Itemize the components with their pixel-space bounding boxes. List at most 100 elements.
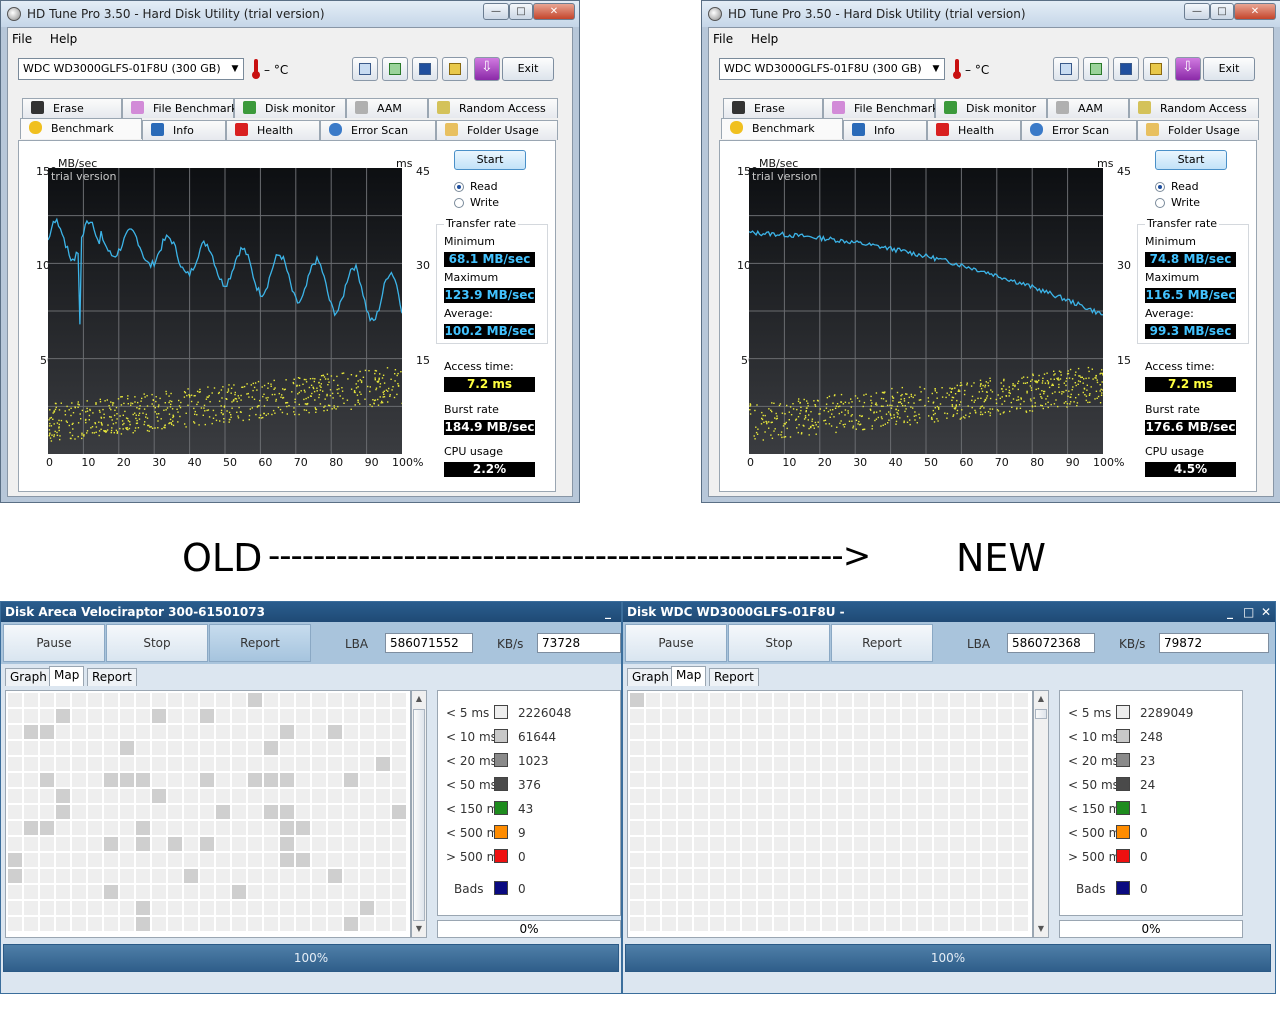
scroll-up-icon[interactable]: ▲ [1034, 691, 1048, 707]
scroll-up-icon[interactable]: ▲ [412, 691, 426, 707]
menu-help[interactable]: Help [751, 32, 778, 46]
tab-benchmark[interactable]: Benchmark [721, 118, 843, 139]
tab-file-benchmark[interactable]: File Benchmark [122, 98, 238, 118]
copy-all-button[interactable] [382, 57, 408, 81]
map-scrollbar[interactable]: ▲ ▼ [411, 690, 427, 938]
access-time-point [48, 425, 51, 427]
close-button[interactable]: ✕ [1261, 605, 1271, 619]
tab-map[interactable]: Map [671, 666, 707, 686]
close-button[interactable]: ✕ [1234, 3, 1276, 20]
tab-aam[interactable]: AAM [1047, 98, 1129, 118]
download-button[interactable]: ⇩ [474, 57, 500, 81]
maximize-button[interactable]: □ [1210, 3, 1234, 20]
map-scrollbar[interactable]: ▲ ▼ [1033, 690, 1049, 938]
write-radio[interactable]: Write [1155, 196, 1200, 209]
exit-button[interactable]: Exit [502, 57, 554, 81]
menu-help[interactable]: Help [50, 32, 77, 46]
start-button[interactable]: Start [1155, 150, 1227, 170]
tab-erase[interactable]: Erase [723, 98, 823, 118]
drive-select[interactable]: WDC WD3000GLFS-01F8U (300 GB) ▼ [719, 58, 945, 80]
tab-graph[interactable]: Graph [627, 668, 674, 686]
access-time-point [70, 407, 72, 409]
tab-graph[interactable]: Graph [5, 668, 52, 686]
chevron-down-icon[interactable]: ▼ [227, 59, 243, 79]
options-button[interactable] [1143, 57, 1169, 81]
access-time-point [86, 410, 89, 412]
copy-button[interactable] [352, 57, 378, 81]
tab-erase[interactable]: Erase [22, 98, 122, 118]
maximize-button[interactable]: □ [1243, 605, 1254, 619]
menu-file[interactable]: File [12, 32, 32, 46]
tab-file-benchmark[interactable]: File Benchmark [823, 98, 939, 118]
drive-select[interactable]: WDC WD3000GLFS-01F8U (300 GB) ▼ [18, 58, 244, 80]
tab-health[interactable]: Health [226, 120, 320, 140]
pause-button[interactable]: Pause [3, 624, 105, 662]
lba-field[interactable]: 586071552 [385, 633, 473, 653]
access-time-point [777, 434, 780, 436]
scroll-thumb[interactable] [413, 709, 425, 921]
tab-health[interactable]: Health [927, 120, 1021, 140]
tab-map[interactable]: Map [49, 666, 85, 686]
stop-button[interactable]: Stop [728, 624, 830, 662]
access-time-point [106, 399, 108, 401]
read-radio[interactable]: Read [1155, 180, 1199, 193]
save-button[interactable] [412, 57, 438, 81]
kbs-field[interactable]: 79872 [1159, 633, 1269, 653]
minimize-button[interactable]: — [483, 3, 509, 20]
report-button[interactable]: Report [831, 624, 933, 662]
close-button[interactable]: ✕ [533, 3, 575, 20]
minimize-button[interactable]: — [1184, 3, 1210, 20]
access-time-point [142, 412, 144, 414]
maximize-button[interactable]: □ [509, 3, 533, 20]
save-button[interactable] [1113, 57, 1139, 81]
tab-folder-usage[interactable]: Folder Usage [436, 120, 558, 140]
copy-button[interactable] [1053, 57, 1079, 81]
tab-error-scan[interactable]: Error Scan [320, 120, 436, 140]
tab-disk-monitor[interactable]: Disk monitor [935, 98, 1047, 118]
sector-cell [662, 885, 676, 899]
pause-button[interactable]: Pause [625, 624, 727, 662]
tab-aam[interactable]: AAM [346, 98, 428, 118]
access-time-point [153, 405, 155, 407]
sector-cell [392, 757, 406, 771]
legend-count: 1 [1140, 802, 1148, 816]
options-button[interactable] [442, 57, 468, 81]
scroll-down-icon[interactable]: ▼ [1034, 921, 1048, 937]
minimize-button[interactable]: _ [605, 605, 611, 619]
tab-benchmark[interactable]: Benchmark [20, 118, 142, 139]
report-button[interactable]: Report [209, 624, 311, 662]
tab-random-access[interactable]: Random Access [1129, 98, 1259, 118]
download-button[interactable]: ⇩ [1175, 57, 1201, 81]
access-time-point [265, 397, 267, 399]
tab-folder-usage[interactable]: Folder Usage [1137, 120, 1259, 140]
minimize-button[interactable]: _ [1227, 605, 1233, 619]
access-time-point [313, 390, 316, 393]
tab-info[interactable]: Info [142, 120, 226, 140]
tab-report[interactable]: Report [709, 668, 759, 686]
access-time-point [115, 422, 117, 424]
tab-report[interactable]: Report [87, 668, 137, 686]
write-radio[interactable]: Write [454, 196, 499, 209]
access-time-point [134, 401, 136, 403]
sector-cell [40, 805, 54, 819]
access-time-point [770, 409, 772, 411]
access-time-point [936, 405, 939, 408]
stop-button[interactable]: Stop [106, 624, 208, 662]
tab-disk-monitor[interactable]: Disk monitor [234, 98, 346, 118]
lba-field[interactable]: 586072368 [1007, 633, 1095, 653]
sector-cell [88, 917, 102, 931]
scroll-down-icon[interactable]: ▼ [412, 921, 426, 937]
tab-error-scan[interactable]: Error Scan [1021, 120, 1137, 140]
tab-random-access[interactable]: Random Access [428, 98, 558, 118]
tab-info[interactable]: Info [843, 120, 927, 140]
access-time-point [1024, 382, 1027, 384]
read-radio[interactable]: Read [454, 180, 498, 193]
scroll-thumb[interactable] [1035, 709, 1047, 719]
menu-file[interactable]: File [713, 32, 733, 46]
menu-bar: File Help [12, 32, 91, 46]
exit-button[interactable]: Exit [1203, 57, 1255, 81]
start-button[interactable]: Start [454, 150, 526, 170]
chevron-down-icon[interactable]: ▼ [928, 59, 944, 79]
kbs-field[interactable]: 73728 [537, 633, 621, 653]
copy-all-button[interactable] [1083, 57, 1109, 81]
